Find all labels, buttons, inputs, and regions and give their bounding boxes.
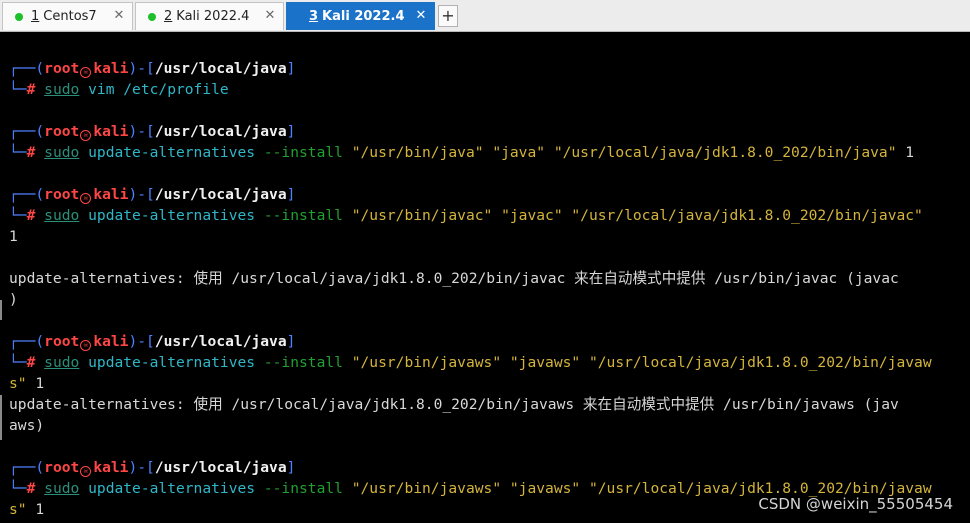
skull-icon: ☠ (80, 340, 92, 351)
command-line: └─# sudo update-alternatives --install "… (9, 354, 932, 371)
command-line: └─# sudo vim /etc/profile (9, 81, 229, 98)
prompt-line: ┌──(root ☠ kali)-[/usr/local/java] (9, 123, 296, 141)
watermark: CSDN @weixin_55505454 (758, 495, 953, 513)
add-tab-button[interactable]: + (438, 5, 458, 27)
tab-title: Centos7 (43, 9, 97, 24)
terminal-output[interactable]: ┌──(root ☠ kali)-[/usr/local/java] └─# sud… (2, 33, 968, 523)
skull-icon: ☠ (80, 130, 92, 141)
skull-icon: ☠ (80, 193, 92, 204)
tab-number: 2 (164, 9, 173, 24)
command-wrap-line: s" 1 (9, 375, 45, 392)
tab-title: Kali 2022.4 (322, 9, 405, 24)
output-line: update-alternatives: 使用 /usr/local/java/… (9, 396, 899, 413)
command-wrap-line: s" 1 (9, 501, 45, 518)
command-line: └─# sudo update-alternatives --install "… (9, 207, 923, 224)
skull-icon: ☠ (80, 466, 92, 477)
connected-status-icon (15, 12, 23, 21)
command-line: └─# sudo update-alternatives --install "… (9, 144, 915, 161)
close-tab-icon[interactable]: ✕ (112, 9, 126, 23)
output-line: update-alternatives: 使用 /usr/local/java/… (9, 270, 899, 287)
skull-icon: ☠ (80, 67, 92, 78)
prompt-line: ┌──(root ☠ kali)-[/usr/local/java] (9, 60, 296, 78)
tab-number: 3 (309, 9, 319, 24)
close-tab-icon[interactable]: ✕ (263, 9, 277, 23)
output-line: aws) (9, 417, 45, 434)
tab-bar: 1 Centos7 ✕ 2 Kali 2022.4 ✕ 3 Kali 2022.… (0, 0, 970, 32)
tab-number: 1 (31, 9, 40, 24)
output-line: ) (9, 291, 18, 308)
prompt-line: ┌──(root ☠ kali)-[/usr/local/java] (9, 459, 296, 477)
tab-kali-3-active[interactable]: 3 Kali 2022.4 ✕ (286, 2, 435, 30)
close-tab-icon[interactable]: ✕ (414, 9, 428, 23)
prompt-line: ┌──(root ☠ kali)-[/usr/local/java] (9, 333, 296, 351)
tab-kali-2[interactable]: 2 Kali 2022.4 ✕ (135, 2, 284, 30)
tab-title: Kali 2022.4 (176, 9, 250, 24)
connected-status-icon (148, 12, 156, 21)
prompt-line: ┌──(root ☠ kali)-[/usr/local/java] (9, 186, 296, 204)
tab-centos7[interactable]: 1 Centos7 ✕ (2, 2, 133, 30)
command-wrap-line: 1 (9, 228, 18, 245)
